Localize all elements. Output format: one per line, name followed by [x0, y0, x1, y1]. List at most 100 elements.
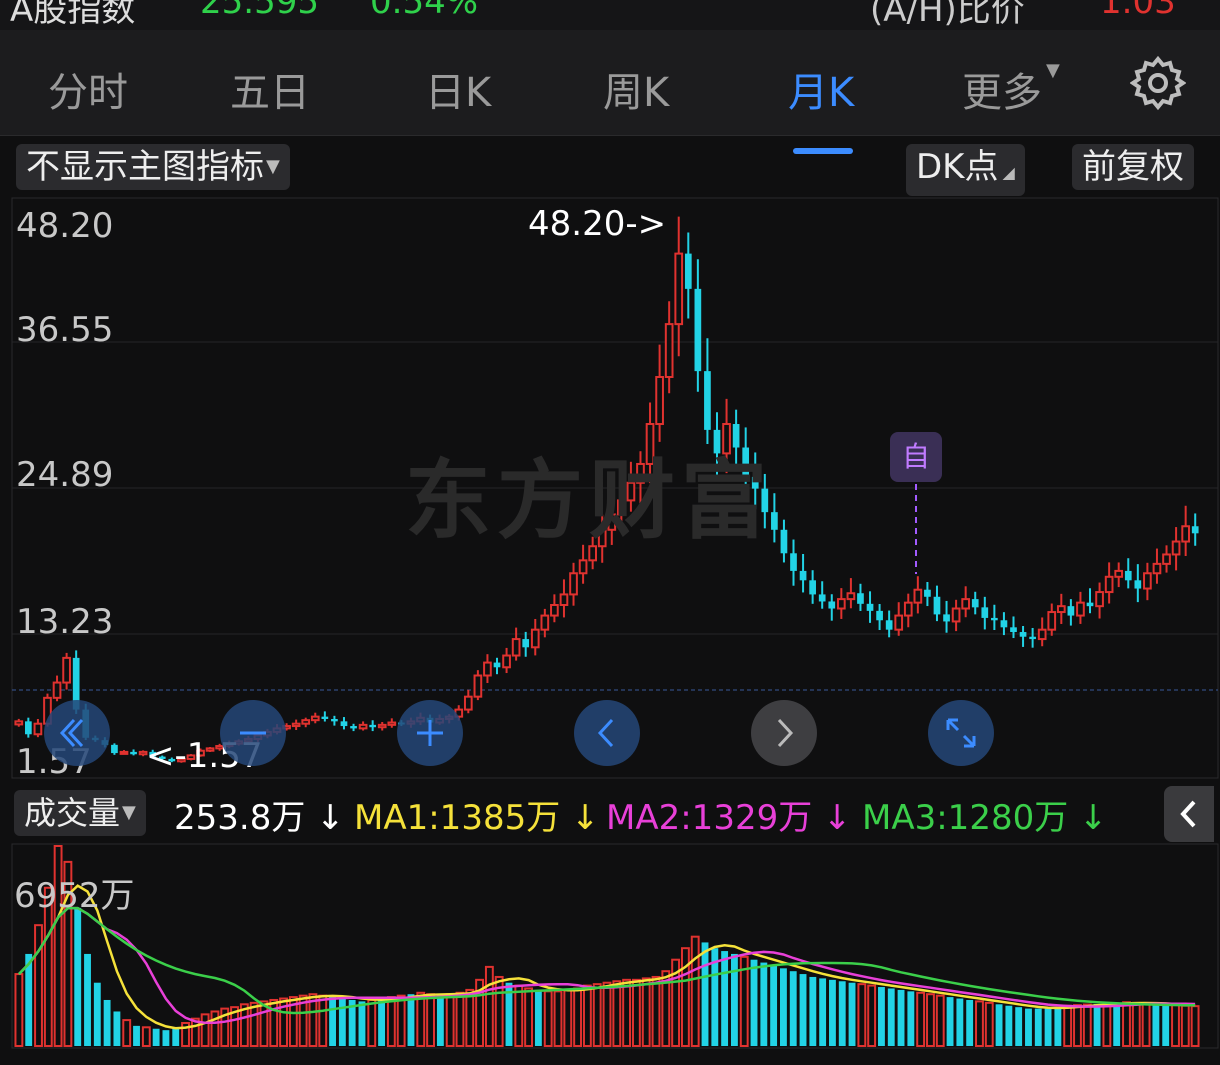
candle-body: [1124, 570, 1132, 581]
candle-body: [885, 620, 893, 630]
volume-bar: [386, 996, 396, 1048]
candle-body: [377, 723, 387, 729]
volume-bar: [103, 999, 111, 1046]
volume-bar: [897, 989, 905, 1046]
period-tabs: 分时 五日 日K 周K 月K 更多 ▼: [0, 30, 1220, 154]
collapse-panel-button[interactable]: [1164, 786, 1214, 842]
candle-body: [876, 610, 883, 621]
max-price-annotation: 48.20->: [528, 204, 667, 244]
candle-body: [119, 750, 129, 755]
volume-bar: [122, 1019, 132, 1047]
candle-body: [846, 592, 856, 601]
indicator-select-button[interactable]: 不显示主图指标 ▼: [16, 144, 290, 190]
fullscreen-button[interactable]: [928, 700, 994, 766]
volume-bar: [563, 988, 573, 1047]
candle-body: [799, 570, 807, 581]
tab-five-day[interactable]: 五日: [230, 60, 310, 118]
zoom-in-button[interactable]: [397, 700, 463, 766]
self-select-marker[interactable]: 自: [890, 432, 942, 482]
candle-body: [664, 323, 674, 379]
candle-body: [684, 253, 692, 289]
volume-bar: [770, 965, 778, 1046]
volume-bar: [622, 978, 632, 1047]
volume-indicator-select[interactable]: 成交量 ▼: [14, 790, 146, 836]
candle-body: [301, 719, 311, 725]
volume-bar: [916, 991, 926, 1048]
candle-body: [559, 593, 569, 606]
marker-dashed-line: [915, 484, 917, 574]
candle-body: [894, 614, 904, 631]
candle-body: [809, 580, 816, 595]
volume-bar: [867, 984, 877, 1047]
volume-bar: [1063, 1004, 1073, 1047]
volume-header: 成交量 ▼ 253.8万 ↓ MA1:1385万 ↓ MA2:1329万 ↓ MA…: [0, 786, 1220, 842]
candle-body: [1143, 572, 1152, 590]
volume-bar: [789, 971, 797, 1046]
watermark: 东方财富: [405, 451, 773, 551]
candle-body: [951, 607, 961, 623]
candle-body: [310, 715, 320, 722]
tab-intraday[interactable]: 分时: [48, 60, 128, 118]
volume-bar: [935, 994, 945, 1047]
volume-bar: [259, 1000, 269, 1047]
volume-bar: [1180, 1004, 1190, 1047]
candle-body: [818, 594, 826, 602]
scroll-left-button[interactable]: [574, 700, 640, 766]
candle-body: [473, 674, 483, 698]
volume-bar: [133, 1025, 140, 1046]
volume-bar: [1082, 1003, 1092, 1047]
volume-bar: [1171, 1004, 1180, 1048]
volume-bar: [318, 994, 328, 1047]
candle-body: [522, 639, 530, 648]
candle-body: [331, 718, 338, 722]
volume-bar: [984, 1001, 994, 1048]
jump-start-button[interactable]: [44, 700, 110, 766]
ma3-value: MA3:1280万 ↓: [862, 798, 1108, 838]
dk-point-button[interactable]: DK点 ◢: [906, 144, 1025, 196]
volume-bar: [553, 990, 563, 1048]
volume-bar: [514, 984, 524, 1047]
volume-bar: [848, 982, 856, 1046]
volume-bar: [162, 1030, 170, 1046]
volume-bar: [602, 981, 612, 1047]
volume-bar: [1025, 1008, 1032, 1046]
volume-bar: [907, 991, 915, 1046]
candle-body: [550, 603, 559, 617]
volume-bar: [543, 990, 553, 1048]
volume-bar: [14, 973, 24, 1047]
tab-weekly-k[interactable]: 周K: [603, 60, 669, 118]
candle-body: [1191, 526, 1199, 534]
volume-chart[interactable]: [0, 842, 1220, 1065]
gear-icon[interactable]: [1130, 55, 1186, 111]
volume-bar: [152, 1028, 160, 1046]
candle-body: [340, 721, 348, 727]
volume-bar: [612, 980, 622, 1048]
volume-bar: [995, 1004, 1003, 1046]
candle-body: [790, 553, 797, 571]
tab-daily-k[interactable]: 日K: [425, 60, 491, 118]
chevron-left-icon: [1180, 800, 1196, 828]
candle-body: [1067, 606, 1075, 616]
volume-bar: [426, 993, 436, 1047]
volume-bar: [113, 1011, 121, 1046]
candle-body: [857, 593, 864, 604]
volume-bar: [721, 951, 729, 1046]
y-tick-label: 24.89: [16, 455, 114, 495]
volume-bar: [1162, 1004, 1170, 1046]
tab-more[interactable]: 更多 ▼: [962, 60, 1060, 118]
volume-bar: [975, 1000, 984, 1047]
forward-adjust-button[interactable]: 前复权: [1072, 144, 1194, 190]
volume-bar: [172, 1028, 180, 1046]
candle-body: [1114, 569, 1124, 578]
volume-bar: [1015, 1007, 1023, 1046]
zoom-out-button[interactable]: [220, 700, 286, 766]
volume-bar: [484, 965, 494, 1047]
candle-body: [14, 720, 24, 726]
volume-bar: [857, 983, 867, 1047]
scroll-right-button[interactable]: [751, 700, 817, 766]
quote-strip: A股指数 25.595 0.54% (A/H)比价 1.03: [0, 0, 1220, 30]
candle-body: [933, 596, 941, 615]
candle-body: [387, 721, 397, 726]
tab-monthly-k[interactable]: 月K: [788, 60, 854, 118]
volume-value: 253.8万 ↓: [174, 798, 345, 838]
